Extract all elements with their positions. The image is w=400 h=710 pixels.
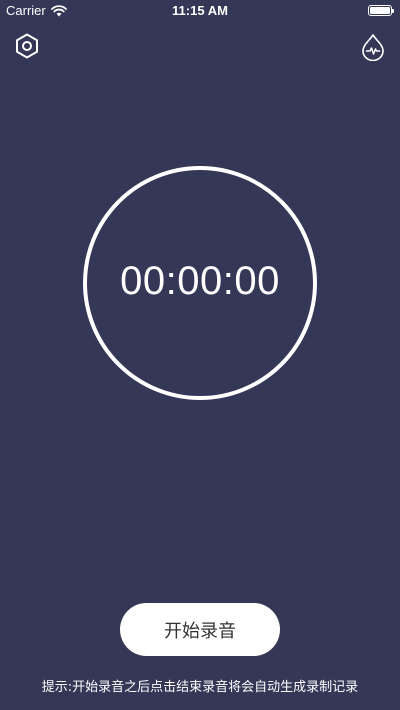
status-bar: Carrier 11:15 AM bbox=[0, 0, 400, 22]
activity-drop-icon[interactable] bbox=[360, 33, 386, 61]
battery-icon bbox=[368, 5, 394, 16]
timer-display: 00:00:00 bbox=[120, 259, 280, 303]
settings-hexagon-icon[interactable] bbox=[14, 33, 40, 59]
hint-text: 提示:开始录音之后点击结束录音将会自动生成录制记录 bbox=[41, 680, 359, 695]
status-time: 11:15 AM bbox=[172, 3, 228, 18]
start-recording-button[interactable]: 开始录音 bbox=[120, 603, 280, 656]
